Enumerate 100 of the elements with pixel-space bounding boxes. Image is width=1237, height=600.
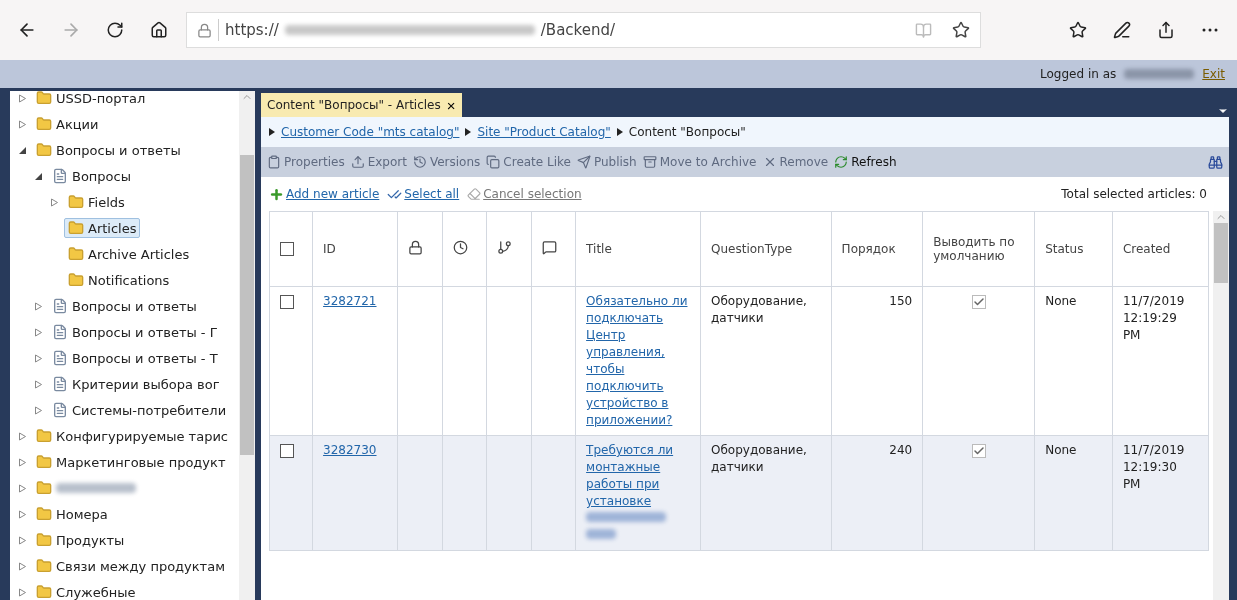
- folder-icon: [36, 116, 52, 132]
- tab[interactable]: Content "Вопросы" - Articles ×: [261, 93, 462, 117]
- column-header: Title: [586, 242, 612, 256]
- tree-item[interactable]: Продукты: [32, 530, 129, 550]
- tree-label: Archive Articles: [88, 246, 190, 262]
- table-cell: Оборудование, датчики: [711, 443, 807, 474]
- id-link[interactable]: 3282721: [323, 294, 377, 308]
- folder-icon: [68, 220, 84, 236]
- tree-item[interactable]: Вопросы и ответы: [48, 296, 201, 316]
- reading-view-icon[interactable]: [915, 21, 932, 39]
- expander-icon[interactable]: [18, 145, 27, 155]
- address-bar[interactable]: https:// /Backend/: [186, 12, 981, 48]
- folder-icon: [36, 454, 52, 470]
- tree-item[interactable]: Номера: [32, 504, 112, 524]
- lock-icon: [197, 22, 212, 38]
- action-link[interactable]: Add new article: [269, 186, 380, 202]
- folder-icon: [68, 194, 84, 210]
- archive-icon: [642, 155, 657, 169]
- tree-item[interactable]: Акции: [32, 114, 103, 134]
- breadcrumb-link[interactable]: Site "Product Catalog": [477, 125, 611, 139]
- url-text: https://: [225, 21, 279, 39]
- tree-label: Fields: [88, 194, 125, 210]
- tree-item[interactable]: Конфигурируемые тарис: [32, 426, 232, 446]
- folder-icon: [68, 272, 84, 288]
- folder-icon: [36, 532, 52, 548]
- tree-label: Критерии выбора вог: [72, 376, 220, 392]
- lock-icon: [408, 240, 424, 255]
- scrollbar[interactable]: [239, 91, 255, 600]
- login-label: Logged in as: [1040, 67, 1117, 81]
- tree-item[interactable]: Вопросы и ответы - Г: [48, 322, 222, 342]
- clock-icon: [452, 240, 468, 255]
- tree-label: Номера: [56, 506, 108, 522]
- action-link[interactable]: Select all: [387, 186, 460, 202]
- tree-item[interactable]: Связи между продуктам: [32, 556, 229, 576]
- tree-item[interactable]: Archive Articles: [64, 244, 194, 264]
- copy-icon: [486, 155, 501, 169]
- triangle-icon: [269, 128, 275, 136]
- close-button[interactable]: ×: [446, 96, 456, 114]
- tree-label: Служебные: [56, 584, 136, 600]
- column-header: Created: [1122, 242, 1171, 256]
- triangle-icon: [616, 128, 623, 136]
- column-header: ID: [323, 242, 336, 256]
- triangle-icon: [465, 128, 472, 136]
- tree-item[interactable]: Fields: [64, 192, 129, 212]
- export-icon: [350, 155, 365, 169]
- id-link[interactable]: 3282730: [323, 443, 377, 457]
- tab-title: Content "Вопросы" - Articles: [267, 98, 441, 112]
- tree-item[interactable]: Маркетинговые продукт: [32, 452, 230, 472]
- tree-item[interactable]: Вопросы и ответы: [32, 140, 185, 160]
- share-icon: [1157, 21, 1175, 39]
- table-cell: Оборудование, датчики: [711, 294, 807, 325]
- binoculars-icon[interactable]: [1208, 154, 1223, 170]
- history-icon: [412, 155, 427, 169]
- more-icon: [1202, 28, 1218, 32]
- selected-count: Total selected articles: 0: [1061, 187, 1207, 201]
- home-icon: [150, 21, 168, 39]
- folder-icon: [36, 558, 52, 574]
- document-icon: [52, 324, 68, 340]
- eraser-icon: [467, 187, 482, 201]
- tree-label: Вопросы и ответы - Т: [72, 350, 218, 366]
- checkbox[interactable]: [280, 242, 294, 257]
- pen-icon: [1113, 21, 1131, 39]
- folder-icon: [36, 91, 52, 106]
- tree-item[interactable]: Notifications: [64, 270, 174, 290]
- breadcrumb-link[interactable]: Customer Code "mts catalog": [281, 125, 460, 139]
- column-header: QuestionType: [711, 242, 793, 256]
- tree-label: Вопросы и ответы: [56, 142, 181, 158]
- tree-label: Вопросы: [72, 168, 131, 184]
- tree-item[interactable]: USSD-портал: [32, 91, 150, 108]
- tree-item[interactable]: Служебные: [32, 582, 140, 600]
- scroll-thumb[interactable]: [240, 155, 254, 455]
- tree-item[interactable]: Articles: [64, 218, 141, 238]
- toolbar-button[interactable]: Refresh: [834, 155, 897, 169]
- folder-icon: [36, 142, 52, 158]
- expander-icon[interactable]: [34, 171, 43, 181]
- document-icon: [52, 168, 68, 184]
- branch-icon: [497, 240, 513, 255]
- reload-icon: [106, 21, 124, 39]
- folder-icon: [36, 506, 52, 522]
- tree-item[interactable]: Вопросы: [48, 166, 135, 186]
- tree-label: Акции: [56, 116, 99, 132]
- tree-label: Продукты: [56, 532, 125, 548]
- tree-label: Конфигурируемые тарис: [56, 428, 228, 444]
- checkbox[interactable]: [280, 294, 294, 309]
- tree-item[interactable]: Системы-потребители: [48, 400, 231, 420]
- checkbox[interactable]: [280, 443, 294, 458]
- scroll-thumb[interactable]: [1214, 223, 1228, 283]
- document-icon: [52, 376, 68, 392]
- scrollbar[interactable]: [1213, 211, 1229, 600]
- exit-link[interactable]: Exit: [1202, 67, 1225, 81]
- table-cell: 240: [889, 443, 913, 457]
- folder-icon: [36, 584, 52, 600]
- comment-icon: [541, 240, 557, 255]
- breadcrumb-text: Content "Вопросы": [628, 125, 746, 139]
- folder-icon: [36, 428, 52, 444]
- tree-item[interactable]: Критерии выбора вог: [48, 374, 224, 394]
- column-header: Порядок: [841, 242, 896, 256]
- document-icon: [52, 402, 68, 418]
- tree-item[interactable]: Вопросы и ответы - Т: [48, 348, 222, 368]
- star-icon[interactable]: [952, 21, 970, 39]
